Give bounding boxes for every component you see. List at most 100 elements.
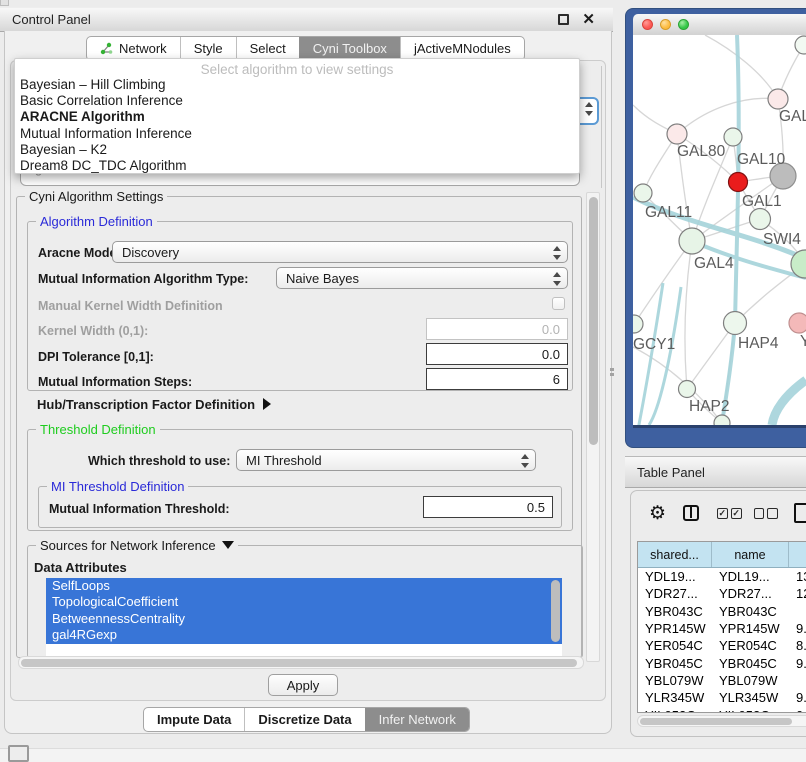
column-header-partial[interactable] bbox=[789, 542, 806, 567]
which-threshold-combo[interactable]: MI Threshold bbox=[236, 449, 536, 471]
tab-cyni-toolbox[interactable]: Cyni Toolbox bbox=[299, 37, 400, 60]
table-row[interactable]: YBR045CYBR045C9. bbox=[638, 654, 806, 671]
close-icon[interactable]: ✕ bbox=[582, 14, 595, 25]
zoom-traffic-light-icon[interactable] bbox=[678, 19, 689, 30]
node-label-y: Y bbox=[800, 333, 806, 350]
node-gal80[interactable] bbox=[667, 124, 687, 144]
network-icon bbox=[100, 42, 113, 55]
data-attributes-list[interactable]: SelfLoops TopologicalCoefficient Between… bbox=[46, 578, 562, 658]
node-hap2[interactable] bbox=[679, 381, 696, 398]
list-item[interactable]: TopologicalCoefficient bbox=[46, 594, 562, 610]
splitter-handle[interactable] bbox=[609, 368, 615, 376]
cyni-algorithm-settings-group: Cyni Algorithm Settings Algorithm Defini… bbox=[16, 196, 582, 658]
tab-network[interactable]: Network bbox=[87, 37, 180, 60]
hidden-focused-combo-fragment bbox=[578, 97, 599, 125]
table-row[interactable]: YDR27...YDR27...12 bbox=[638, 585, 806, 602]
tab-style[interactable]: Style bbox=[180, 37, 236, 60]
dropdown-item[interactable]: Bayesian – K2 bbox=[15, 142, 579, 158]
close-traffic-light-icon[interactable] bbox=[642, 19, 653, 30]
column-header-name[interactable]: name bbox=[712, 542, 789, 567]
dropdown-item[interactable]: Bayesian – Hill Climbing bbox=[15, 77, 579, 93]
tab-impute-data[interactable]: Impute Data bbox=[144, 708, 244, 731]
mi-threshold-field[interactable]: 0.5 bbox=[423, 496, 553, 518]
kernel-width-label: Kernel Width (0,1): bbox=[38, 324, 148, 338]
select-all-checkbox-icon[interactable]: ✓ bbox=[717, 508, 728, 519]
table-row[interactable]: YBR043CYBR043C bbox=[638, 603, 806, 620]
float-panel-icon[interactable] bbox=[558, 14, 569, 25]
mi-threshold-group-title: MI Threshold Definition bbox=[47, 479, 188, 494]
tab-infer-network[interactable]: Infer Network bbox=[365, 708, 469, 731]
dropdown-item[interactable]: Dream8 DC_TDC Algorithm bbox=[15, 158, 579, 174]
node-gal4[interactable] bbox=[679, 228, 705, 254]
list-item[interactable]: BetweennessCentrality bbox=[46, 611, 562, 627]
mi-algorithm-type-combo[interactable]: Naive Bayes bbox=[276, 267, 568, 289]
table-panel-title: Table Panel bbox=[625, 465, 705, 480]
node-gal7[interactable] bbox=[768, 89, 788, 109]
split-panel-icon[interactable] bbox=[683, 505, 699, 521]
tab-discretize-data[interactable]: Discretize Data bbox=[244, 708, 364, 731]
select-all-checkbox-icon[interactable]: ✓ bbox=[731, 508, 742, 519]
mi-threshold-group: MI Threshold Definition Mutual Informati… bbox=[38, 486, 562, 528]
settings-horizontal-scrollbar[interactable] bbox=[18, 656, 584, 669]
column-header-shared-name[interactable]: shared... bbox=[638, 542, 712, 567]
node-gcy1[interactable] bbox=[633, 315, 643, 333]
gear-icon[interactable]: ⚙ bbox=[649, 504, 666, 523]
node-gal1[interactable] bbox=[750, 209, 771, 230]
network-canvas[interactable]: GAL GAL80 GAL10 GAL11 GAL1 SWI4 GAL4 GCY… bbox=[633, 35, 806, 425]
node-partial-top[interactable] bbox=[795, 36, 806, 54]
list-scrollbar[interactable] bbox=[551, 580, 560, 656]
apply-button[interactable]: Apply bbox=[268, 674, 338, 696]
node-label-gal10: GAL10 bbox=[737, 151, 786, 168]
table-row[interactable]: YBL079WYBL079W bbox=[638, 672, 806, 689]
bottom-strip bbox=[0, 748, 806, 762]
table-row[interactable]: YLR345WYLR345W9. bbox=[638, 689, 806, 706]
minimized-panel-icon[interactable] bbox=[8, 745, 29, 762]
list-item[interactable]: gal4RGexp bbox=[46, 627, 562, 643]
node-label-gcy1: GCY1 bbox=[633, 336, 675, 353]
aracne-mode-combo[interactable]: Discovery bbox=[112, 241, 568, 263]
table-row[interactable]: YIL052CYIL052C0. bbox=[638, 706, 806, 713]
dpi-tolerance-field[interactable]: 0.0 bbox=[426, 343, 568, 365]
node-partial-bottom[interactable] bbox=[714, 415, 730, 425]
threshold-definition-title: Threshold Definition bbox=[36, 422, 160, 437]
node-gal11[interactable] bbox=[634, 184, 652, 202]
algorithm-definition-group: Algorithm Definition Aracne Mode: Discov… bbox=[27, 221, 573, 391]
threshold-definition-group: Threshold Definition Which threshold to … bbox=[27, 429, 573, 531]
data-attributes-label: Data Attributes bbox=[34, 560, 127, 575]
tab-jactivemnodules[interactable]: jActiveMNodules bbox=[400, 37, 524, 60]
algorithm-dropdown-placeholder: Select algorithm to view settings bbox=[15, 59, 579, 77]
dpi-tolerance-label: DPI Tolerance [0,1]: bbox=[38, 350, 154, 364]
network-window-titlebar[interactable] bbox=[633, 14, 806, 35]
table-row[interactable]: YER054CYER054C8. bbox=[638, 637, 806, 654]
manual-kernel-width-checkbox[interactable] bbox=[552, 297, 565, 310]
manual-kernel-width-label: Manual Kernel Width Definition bbox=[38, 299, 223, 313]
table-panel-titlebar: Table Panel bbox=[625, 456, 806, 488]
dropdown-item[interactable]: Basic Correlation Inference bbox=[15, 93, 579, 109]
node-unlabeled[interactable] bbox=[724, 128, 742, 146]
bottom-tabbar: Impute Data Discretize Data Infer Networ… bbox=[143, 707, 470, 732]
table-row[interactable]: YDL19...YDL19...13 bbox=[638, 568, 806, 585]
node-hap4[interactable] bbox=[724, 312, 747, 335]
table-horizontal-scrollbar[interactable] bbox=[637, 715, 806, 727]
dropdown-item-selected[interactable]: ARACNE Algorithm bbox=[15, 109, 579, 125]
settings-vertical-scrollbar[interactable] bbox=[586, 192, 600, 662]
table-row[interactable]: YPR145WYPR145W9. bbox=[638, 620, 806, 637]
algorithm-definition-title: Algorithm Definition bbox=[36, 214, 157, 229]
list-item[interactable]: SelfLoops bbox=[46, 578, 562, 594]
hidden-groupbox-edge bbox=[601, 66, 602, 188]
tab-select[interactable]: Select bbox=[236, 37, 299, 60]
new-table-icon[interactable] bbox=[794, 503, 806, 523]
mi-steps-field[interactable]: 6 bbox=[426, 368, 568, 390]
hub-tf-definition-toggle[interactable]: Hub/Transcription Factor Definition bbox=[37, 397, 271, 412]
kernel-width-field[interactable]: 0.0 bbox=[426, 318, 568, 340]
minimize-traffic-light-icon[interactable] bbox=[660, 19, 671, 30]
control-panel-title: Control Panel bbox=[0, 12, 91, 27]
deselect-all-checkbox-icon[interactable] bbox=[754, 508, 765, 519]
deselect-all-checkbox-icon[interactable] bbox=[767, 508, 778, 519]
node-label-gal11: GAL11 bbox=[645, 204, 692, 221]
node-pink-right[interactable] bbox=[789, 313, 806, 333]
sources-group-title[interactable]: Sources for Network Inference bbox=[36, 538, 238, 553]
dropdown-item[interactable]: Mutual Information Inference bbox=[15, 126, 579, 142]
node-red-selected[interactable] bbox=[729, 173, 748, 192]
network-view-window: GAL GAL80 GAL10 GAL11 GAL1 SWI4 GAL4 GCY… bbox=[625, 8, 806, 448]
